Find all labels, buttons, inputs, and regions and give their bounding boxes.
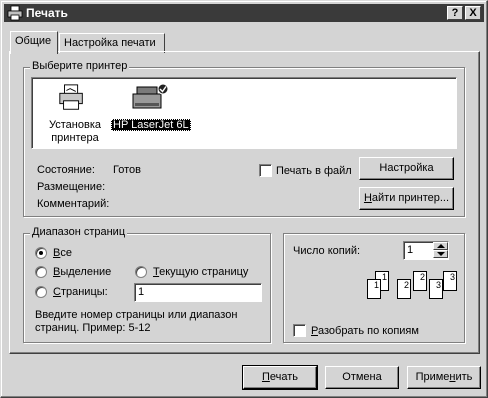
range-pages-radio[interactable]	[35, 286, 47, 298]
range-hint-line-1: Введите номер страницы или диапазон	[35, 309, 238, 321]
range-selection-radio[interactable]	[35, 266, 47, 278]
printer-settings-button-label: Настройка	[379, 162, 434, 174]
range-selection-label[interactable]: Выделение	[53, 266, 111, 278]
range-all-radio[interactable]	[35, 247, 47, 259]
range-pages-label[interactable]: Страницы:	[53, 286, 108, 298]
apply-button-post: ить	[455, 371, 473, 383]
print-to-file-checkbox[interactable]	[259, 164, 272, 177]
collate-page: 3	[443, 271, 457, 291]
tab-print-settings[interactable]: Настройка печати	[59, 33, 165, 53]
title-bar[interactable]: Печать ? X	[4, 4, 484, 22]
add-printer-icon	[59, 84, 83, 110]
range-pages-text: траницы:	[60, 286, 108, 298]
copies-spin-up[interactable]	[433, 242, 448, 250]
printer-icon	[7, 5, 23, 21]
laser-printer-icon	[132, 83, 169, 109]
range-hint-line-2: страниц. Пример: 5-12	[35, 322, 151, 334]
collate-checkbox[interactable]	[293, 324, 306, 337]
print-button-hotkey: П	[261, 371, 270, 383]
location-label: Размещение:	[37, 181, 106, 193]
close-button[interactable]: X	[465, 6, 481, 20]
apply-button[interactable]: Применить	[407, 366, 481, 389]
find-printer-button[interactable]: Найти принтер...	[359, 187, 454, 210]
pages-input[interactable]: 1	[134, 283, 262, 302]
spin-up-icon	[437, 244, 445, 248]
range-current-label[interactable]: Текущую страницу	[153, 266, 248, 278]
range-all-text: се	[60, 247, 72, 259]
status-label: Состояние:	[37, 164, 95, 176]
range-pages-hotkey: С	[53, 286, 61, 298]
print-dialog: Печать ? X Общие Настройка печати Выбери…	[0, 0, 488, 398]
printer-item-add[interactable]: Установка принтера	[43, 81, 103, 147]
hp-printer-label: HP LaserJet 6L	[111, 119, 191, 131]
window-title: Печать	[26, 6, 68, 20]
cancel-button[interactable]: Отмена	[325, 366, 399, 389]
collate-page: 3	[429, 279, 443, 299]
add-printer-label-2: принтера	[51, 132, 99, 144]
find-printer-button-hotkey: Н	[363, 192, 372, 204]
collate-illustration: 1 1 2 2 3 3	[367, 271, 463, 303]
range-current-text: екущую страницу	[159, 266, 249, 278]
range-selection-text: ыделение	[60, 266, 112, 278]
add-printer-label-1: Установка	[49, 119, 101, 131]
tab-general-label: Общие	[15, 35, 52, 47]
collate-text: азобрать по копиям	[317, 325, 419, 337]
collate-page: 1	[367, 279, 381, 299]
printer-settings-button[interactable]: Настройка	[359, 157, 454, 180]
cancel-button-label: Отмена	[342, 371, 382, 383]
printer-group-legend: Выберите принтер	[30, 60, 130, 72]
collate-label[interactable]: Разобрать по копиям	[311, 325, 419, 337]
range-current-radio[interactable]	[135, 266, 147, 278]
tab-general[interactable]: Общие	[10, 31, 58, 54]
help-button[interactable]: ?	[447, 6, 463, 20]
comment-label: Комментарий:	[37, 198, 110, 210]
page-range-legend: Диапазон страниц	[30, 226, 128, 238]
print-button[interactable]: Печать	[242, 365, 318, 390]
collate-page: 2	[397, 279, 411, 299]
range-all-label[interactable]: Все	[53, 247, 72, 259]
apply-button-pre: Приме	[415, 371, 450, 383]
print-button-label: ечать	[269, 371, 299, 383]
copies-spin-down[interactable]	[433, 250, 448, 258]
print-to-file-label[interactable]: Печать в файл	[276, 165, 352, 177]
status-value: Готов	[113, 164, 141, 176]
collate-hotkey: Р	[311, 325, 318, 337]
find-printer-button-label: айти принтер...	[371, 192, 450, 204]
printer-item-hp-laserjet[interactable]: HP LaserJet 6L	[111, 79, 191, 135]
spin-down-icon	[437, 252, 445, 256]
tab-print-settings-label: Настройка печати	[64, 37, 156, 49]
copies-label: Число копий:	[293, 245, 361, 257]
collate-page: 2	[413, 271, 427, 291]
